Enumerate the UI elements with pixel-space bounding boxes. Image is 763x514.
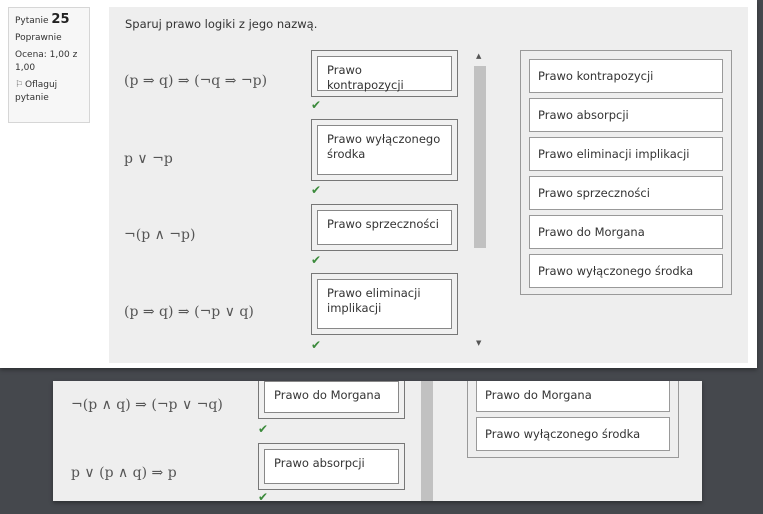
scroll-up-arrow-icon[interactable]: ▲ <box>476 52 481 60</box>
stem-formula: p ∨ ¬p <box>124 151 173 167</box>
choices-pool: Prawo kontrapozycji Prawo absorpcji Praw… <box>520 50 732 295</box>
stem-formula: p ∨ (p ∧ q) ⇒ p <box>71 465 177 481</box>
question-panel: Pytanie 25 Poprawnie Ocena: 1,00 z 1,00 … <box>0 0 757 368</box>
check-icon: ✔ <box>311 253 322 267</box>
stem-formula: ¬(p ∧ q) ⇒ (¬p ∨ ¬q) <box>71 397 223 413</box>
question-grade: Ocena: 1,00 z 1,00 <box>15 50 78 73</box>
scrollbar-thumb[interactable] <box>421 381 433 501</box>
choice-item[interactable]: Prawo sprzeczności <box>529 176 723 210</box>
check-icon: ✔ <box>311 183 322 197</box>
check-icon: ✔ <box>258 490 269 501</box>
question-prompt: Sparuj prawo logiki z jego nazwą. <box>125 17 318 31</box>
choice-item[interactable]: Prawo do Morgana <box>476 381 670 412</box>
choice-item[interactable]: Prawo do Morgana <box>529 215 723 249</box>
flag-icon: ⚐ <box>15 80 24 90</box>
scrollbar[interactable] <box>420 381 434 501</box>
choice-item[interactable]: Prawo wyłączonego środka <box>476 417 670 451</box>
question-status: Poprawnie <box>15 33 62 43</box>
scroll-down-arrow-icon[interactable]: ▼ <box>476 339 481 347</box>
answer-item[interactable]: Prawo absorpcji <box>264 449 399 484</box>
choices-pool: Prawo do Morgana Prawo wyłączonego środk… <box>467 381 679 458</box>
choice-item[interactable]: Prawo eliminacji implikacji <box>529 137 723 171</box>
scrollbar-thumb[interactable] <box>474 66 486 248</box>
question-label: Pytanie <box>15 16 49 26</box>
check-icon: ✔ <box>258 422 269 436</box>
scrollbar[interactable]: ▲ ▼ <box>473 52 487 352</box>
answer-item[interactable]: Prawo eliminacji implikacji <box>317 279 452 329</box>
question-number: 25 <box>51 12 70 27</box>
answer-item[interactable]: Prawo wyłączonego środka <box>317 125 452 175</box>
answer-drop-zone[interactable]: Prawo kontrapozycji <box>311 50 458 97</box>
answer-drop-zone[interactable]: Prawo eliminacji implikacji <box>311 273 458 335</box>
check-icon: ✔ <box>311 98 322 112</box>
answer-item[interactable]: Prawo do Morgana <box>264 381 399 413</box>
answer-drop-zone[interactable]: Prawo sprzeczności <box>311 204 458 251</box>
choice-item[interactable]: Prawo absorpcji <box>529 98 723 132</box>
flag-question-link[interactable]: ⚐ Oflaguj pytanie <box>15 79 83 105</box>
stem-formula: ¬(p ∧ ¬p) <box>124 227 196 243</box>
stem-formula: (p ⇒ q) ⇒ (¬q ⇒ ¬p) <box>124 73 268 89</box>
answer-item[interactable]: Prawo kontrapozycji <box>317 56 452 92</box>
question-panel-continued: ¬(p ∧ q) ⇒ (¬p ∨ ¬q) Prawo do Morgana ✔ … <box>53 381 702 501</box>
answer-item[interactable]: Prawo sprzeczności <box>317 210 452 245</box>
question-content: Sparuj prawo logiki z jego nazwą. (p ⇒ q… <box>109 7 748 363</box>
choice-item[interactable]: Prawo wyłączonego środka <box>529 254 723 288</box>
answer-drop-zone[interactable]: Prawo wyłączonego środka <box>311 119 458 181</box>
answer-drop-zone[interactable]: Prawo do Morgana <box>258 381 405 419</box>
choice-item[interactable]: Prawo kontrapozycji <box>529 59 723 93</box>
answer-drop-zone[interactable]: Prawo absorpcji <box>258 443 405 490</box>
stem-formula: (p ⇒ q) ⇒ (¬p ∨ q) <box>124 304 254 320</box>
check-icon: ✔ <box>311 338 322 352</box>
question-info: Pytanie 25 Poprawnie Ocena: 1,00 z 1,00 … <box>8 7 90 123</box>
